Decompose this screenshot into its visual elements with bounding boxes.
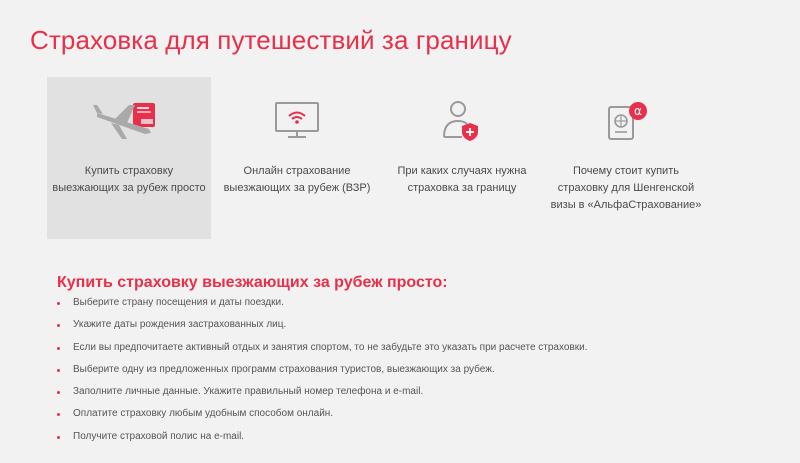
tile-label: Почему стоит купить страховку для Шенген… <box>550 165 702 211</box>
list-item: Заполните личные данные. Укажите правиль… <box>57 381 587 403</box>
tile-row: Купить страховку выезжающих за рубеж про… <box>47 77 717 239</box>
list-item: Если вы предпочитаете активный отдых и з… <box>57 337 587 359</box>
page-title: Страховка для путешествий за границу <box>30 25 512 56</box>
airplane-icon <box>47 99 211 143</box>
list-item: Получите страховой полис на e-mail. <box>57 426 587 448</box>
tile-label: При каких случаях нужна страховка за гра… <box>397 165 527 194</box>
steps-list: Выберите страну посещения и даты поездки… <box>57 292 587 448</box>
section-title: Купить страховку выезжающих за рубеж про… <box>57 274 448 292</box>
bullet-icon <box>57 391 60 395</box>
list-item: Укажите даты рождения застрахованных лиц… <box>57 314 587 336</box>
tile-schengen[interactable]: α Почему стоит купить страховку для Шенг… <box>544 77 708 239</box>
list-item: Выберите страну посещения и даты поездки… <box>57 292 587 314</box>
list-item: Выберите одну из предложенных программ с… <box>57 359 587 381</box>
svg-text:α: α <box>634 104 642 118</box>
tile-buy-insurance[interactable]: Купить страховку выезжающих за рубеж про… <box>47 77 211 239</box>
bullet-icon <box>57 302 60 305</box>
tile-insurance-cases[interactable]: При каких случаях нужна страховка за гра… <box>380 77 544 239</box>
bullet-icon <box>57 368 60 372</box>
bullet-icon <box>57 435 60 439</box>
bullet-icon <box>57 413 60 417</box>
list-item: Оплатите страховку любым удобным способо… <box>57 403 587 425</box>
person-shield-icon <box>380 99 544 143</box>
monitor-wifi-icon <box>215 99 379 143</box>
tile-label: Купить страховку выезжающих за рубеж про… <box>52 165 206 194</box>
tile-online-insurance[interactable]: Онлайн страхование выезжающих за рубеж (… <box>215 77 379 239</box>
passport-icon: α <box>544 99 708 143</box>
tile-label: Онлайн страхование выезжающих за рубеж (… <box>223 165 371 194</box>
bullet-icon <box>57 346 60 350</box>
bullet-icon <box>57 324 60 328</box>
